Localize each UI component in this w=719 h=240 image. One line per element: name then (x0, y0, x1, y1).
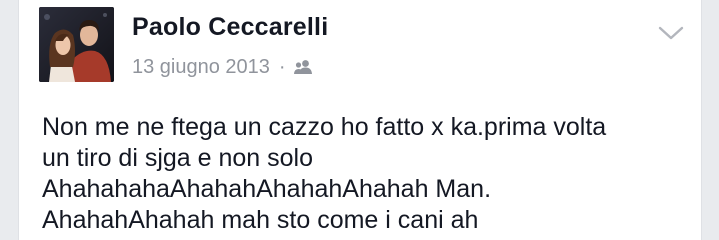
friends-icon[interactable] (293, 59, 312, 75)
avatar[interactable] (39, 7, 114, 82)
profile-photo (39, 7, 114, 82)
chevron-down-icon[interactable] (656, 22, 686, 44)
post-text-line: Non me ne ftega un cazzo ho fatto x ka.p… (42, 113, 607, 141)
meta-separator: · (278, 56, 286, 78)
post-card: Paolo Ceccarelli 13 giugno 2013 · Non me… (18, 0, 702, 240)
post-meta: 13 giugno 2013 · (132, 53, 312, 81)
post-text-line: un tiro di sjga e non solo (42, 144, 314, 172)
post-date[interactable]: 13 giugno 2013 (132, 56, 270, 79)
post-text: Non me ne ftega un cazzo ho fatto x ka.p… (42, 112, 697, 236)
post-author-name[interactable]: Paolo Ceccarelli (132, 13, 328, 42)
post-text-line: AhahahAhahah mah sto come i cani ah (42, 206, 479, 234)
post-text-line: AhahahahaAhahahAhahahAhahah Man. (42, 175, 492, 203)
